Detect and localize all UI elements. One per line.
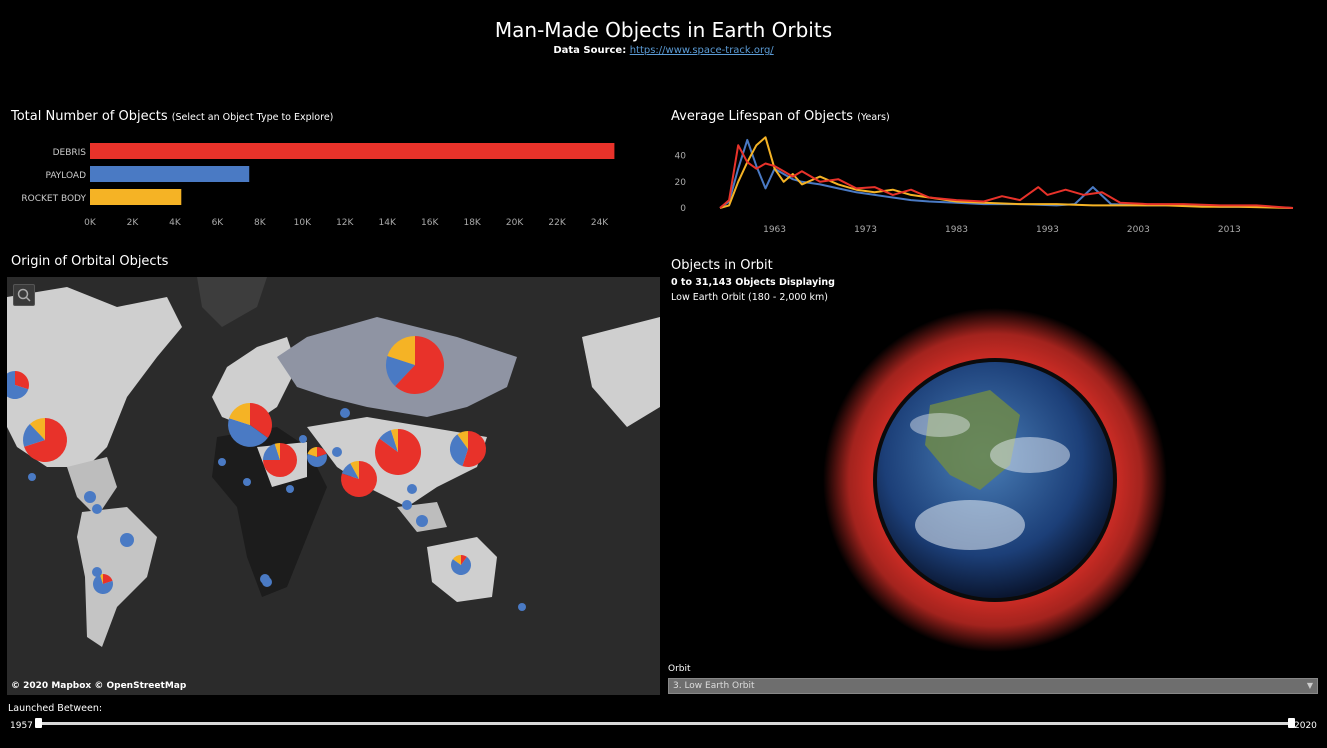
x-tick-label: 6K: [212, 218, 225, 228]
chevron-down-icon: ▼: [1306, 681, 1313, 690]
origin-dot: [340, 408, 350, 418]
y-tick-label: 0: [680, 204, 686, 214]
x-tick-label: 4K: [169, 218, 182, 228]
orbit-dropdown-value: 3. Low Earth Orbit: [673, 681, 755, 691]
map-search-button[interactable]: [13, 284, 35, 306]
bar-debris[interactable]: [90, 143, 615, 159]
total-objects-bar-chart: DEBRIS PAYLOAD ROCKET BODY 0K 2K 4K 6K 8K 10K 12K…: [21, 143, 615, 228]
x-tick-label: 10K: [294, 218, 312, 228]
x-tick-label: 2003: [1127, 225, 1150, 235]
bar-category-label: DEBRIS: [53, 148, 87, 158]
life-panel-title: Average Lifespan of Objects (Years): [671, 109, 890, 124]
x-tick-label: 1993: [1036, 225, 1059, 235]
search-icon: [17, 288, 31, 302]
cloud-shape: [915, 500, 1025, 550]
orbit-range-text: Low Earth Orbit (180 - 2,000 km): [671, 292, 829, 303]
page-title: Man-Made Objects in Earth Orbits: [494, 18, 833, 42]
bar-panel-subtitle: (Select an Object Type to Explore): [171, 112, 334, 123]
bar-panel-title-text: Total Number of Objects: [11, 109, 168, 124]
x-tick-label: 2013: [1218, 225, 1241, 235]
map-credit: © 2020 Mapbox © OpenStreetMap: [11, 681, 187, 691]
map-panel-title: Origin of Orbital Objects: [11, 254, 169, 269]
x-tick-label: 22K: [548, 218, 566, 228]
origin-dot: [416, 515, 428, 527]
bar-category-label: PAYLOAD: [45, 171, 86, 181]
x-tick-label: 1983: [945, 225, 968, 235]
orbit-count-text: 0 to 31,143 Objects Displaying: [671, 277, 835, 288]
launched-filter-label: Launched Between:: [8, 703, 103, 714]
origin-dot: [407, 484, 417, 494]
origin-dot: [260, 574, 270, 584]
origin-dot: [28, 473, 36, 481]
bar-rocket-body[interactable]: [90, 189, 182, 205]
origin-dot: [120, 533, 134, 547]
year-end-label: 2020: [1294, 721, 1317, 731]
origin-dot: [92, 504, 102, 514]
x-tick-label: 16K: [421, 218, 439, 228]
lifespan-line-chart: 0 20 40 1963 1973 1983 1993 2003 2013: [675, 136, 1294, 235]
year-start-label: 1957: [10, 721, 33, 731]
bar-panel-title: Total Number of Objects (Select an Objec…: [11, 109, 333, 124]
x-tick-label: 14K: [379, 218, 397, 228]
cloud-shape: [910, 413, 970, 437]
origin-dot: [518, 603, 526, 611]
origin-dot: [92, 567, 102, 577]
orbit-filter-label: Orbit: [668, 664, 691, 674]
origin-dot: [402, 500, 412, 510]
x-tick-label: 1973: [854, 225, 877, 235]
x-tick-label: 8K: [254, 218, 267, 228]
x-tick-label: 24K: [591, 218, 609, 228]
life-panel-subtitle: (Years): [857, 112, 890, 123]
x-tick-label: 20K: [506, 218, 524, 228]
origin-dot: [299, 435, 307, 443]
origin-map[interactable]: © 2020 Mapbox © OpenStreetMap: [7, 277, 660, 695]
orbit-panel-title: Objects in Orbit: [671, 258, 773, 273]
y-tick-label: 20: [675, 178, 687, 188]
y-tick-label: 40: [675, 152, 687, 162]
x-tick-label: 1963: [763, 225, 786, 235]
bar-category-label: ROCKET BODY: [21, 194, 86, 204]
origin-dot: [84, 491, 96, 503]
earth-orbit-visual: [823, 308, 1167, 652]
data-source-link[interactable]: https://www.space-track.org/: [630, 45, 774, 56]
x-tick-label: 12K: [336, 218, 354, 228]
origin-dot: [286, 485, 294, 493]
cloud-shape: [990, 437, 1070, 473]
lifespan-series-line: [719, 144, 1294, 209]
x-tick-label: 2K: [127, 218, 140, 228]
x-tick-label: 18K: [463, 218, 481, 228]
x-tick-label: 0K: [84, 218, 97, 228]
data-source: Data Source: https://www.space-track.org…: [0, 45, 1327, 56]
origin-dot: [332, 447, 342, 457]
year-range-slider[interactable]: [38, 722, 1292, 725]
slider-start-handle[interactable]: [35, 718, 42, 728]
origin-dot: [218, 458, 226, 466]
life-panel-title-text: Average Lifespan of Objects: [671, 109, 854, 124]
orbit-dropdown[interactable]: 3. Low Earth Orbit ▼: [668, 678, 1318, 694]
origin-pie-markers[interactable]: [7, 277, 660, 695]
origin-dot: [243, 478, 251, 486]
bar-payload[interactable]: [90, 166, 250, 182]
data-source-label: Data Source:: [553, 45, 627, 56]
